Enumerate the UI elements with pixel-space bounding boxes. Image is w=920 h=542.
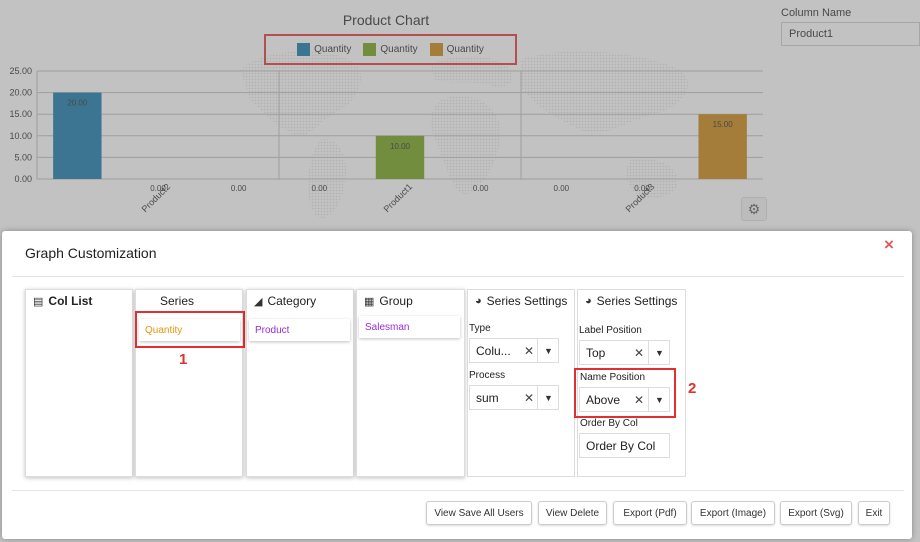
view-delete-button[interactable]: View Delete: [538, 501, 607, 525]
area-chart-icon: ◢: [254, 295, 263, 308]
series-settings-header: ◕ Series Settings: [468, 290, 574, 312]
category-header: ◢ Category: [247, 290, 353, 312]
close-icon[interactable]: ×: [884, 235, 894, 255]
process-select[interactable]: sum ✕ ▼: [469, 385, 559, 410]
group-header: ▦ Group: [357, 290, 464, 312]
type-value: Colu...: [476, 343, 511, 358]
type-label: Type: [469, 323, 491, 334]
export-pdf-button[interactable]: Export (Pdf): [613, 501, 687, 525]
chevron-down-icon[interactable]: ▼: [648, 341, 670, 364]
series-settings-title: Series Settings: [596, 294, 678, 308]
dashboard-icon: ◕: [475, 295, 482, 307]
col-list-header: ▤ Col List: [26, 290, 132, 312]
export-svg-button[interactable]: Export (Svg): [780, 501, 852, 525]
series-settings-header: ◕ Series Settings: [578, 290, 685, 312]
graph-customization-dialog: Graph Customization × ▤ Col List Series …: [2, 231, 912, 539]
category-panel: ◢ Category: [246, 289, 354, 477]
clear-icon[interactable]: ✕: [634, 393, 644, 407]
name-position-label: Name Position: [580, 372, 646, 383]
order-by-label: Order By Col: [580, 418, 638, 429]
name-position-select[interactable]: Above ✕ ▼: [579, 387, 670, 412]
view-save-all-users-button[interactable]: View Save All Users: [426, 501, 532, 525]
category-item-product[interactable]: Product: [249, 319, 350, 341]
annotation-box-1: [135, 311, 245, 348]
group-item-salesman[interactable]: Salesman: [359, 316, 460, 338]
order-by-input[interactable]: Order By Col: [579, 433, 670, 458]
series-settings-title: Series Settings: [486, 294, 568, 308]
chevron-down-icon[interactable]: ▼: [648, 388, 670, 411]
name-position-value: Above: [586, 392, 621, 407]
process-value: sum: [476, 390, 499, 405]
group-title: Group: [379, 294, 413, 308]
col-list-title: Col List: [48, 294, 93, 308]
series-settings-panel-1: ◕ Series Settings: [467, 289, 575, 477]
dialog-title: Graph Customization: [25, 245, 157, 261]
table-icon: ▦: [364, 295, 375, 308]
order-by-placeholder: Order By Col: [586, 438, 656, 453]
dashboard-icon: ◕: [585, 295, 592, 307]
label-position-label: Label Position: [579, 325, 642, 336]
category-title: Category: [267, 294, 317, 308]
series-title: Series: [160, 294, 195, 308]
series-header: Series: [136, 290, 242, 312]
chevron-down-icon[interactable]: ▼: [537, 339, 559, 362]
annotation-number-1: 1: [179, 351, 188, 368]
exit-button[interactable]: Exit: [858, 501, 890, 525]
label-position-select[interactable]: Top ✕ ▼: [579, 340, 670, 365]
clear-icon[interactable]: ✕: [634, 346, 644, 360]
list-icon: ▤: [33, 295, 44, 308]
clear-icon[interactable]: ✕: [524, 344, 534, 358]
divider: [12, 276, 904, 277]
type-select[interactable]: Colu... ✕ ▼: [469, 338, 559, 363]
clear-icon[interactable]: ✕: [524, 391, 534, 405]
export-image-button[interactable]: Export (Image): [691, 501, 775, 525]
annotation-number-2: 2: [688, 380, 697, 397]
process-label: Process: [469, 370, 506, 381]
chevron-down-icon[interactable]: ▼: [537, 386, 559, 409]
divider: [12, 490, 904, 491]
col-list-panel: ▤ Col List: [25, 289, 133, 477]
label-position-value: Top: [586, 345, 606, 360]
